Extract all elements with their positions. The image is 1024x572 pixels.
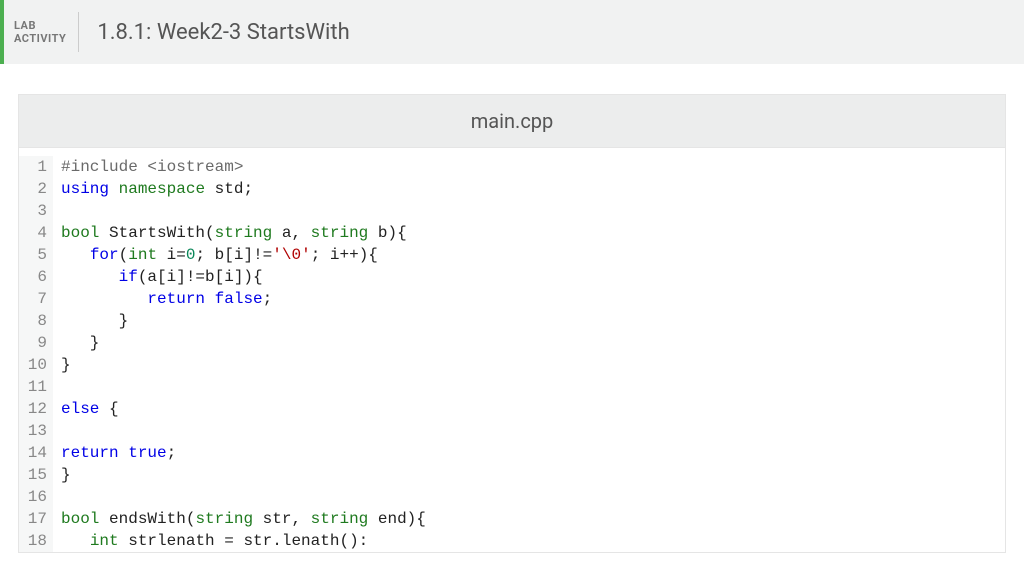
line-number: 9 bbox=[19, 332, 53, 354]
line-number: 16 bbox=[19, 486, 53, 508]
line-content[interactable] bbox=[53, 486, 61, 508]
activity-header: LAB ACTIVITY 1.8.1: Week2-3 StartsWith bbox=[0, 0, 1024, 64]
line-number: 2 bbox=[19, 178, 53, 200]
lab-label-line1: LAB bbox=[14, 19, 66, 32]
code-line[interactable]: 12else { bbox=[19, 398, 1005, 420]
line-number: 1 bbox=[19, 156, 53, 178]
line-content[interactable]: } bbox=[53, 464, 71, 486]
line-number: 15 bbox=[19, 464, 53, 486]
line-content[interactable]: return false; bbox=[53, 288, 272, 310]
code-editor: main.cpp 1#include <iostream>2using name… bbox=[18, 94, 1006, 553]
line-content[interactable]: bool endsWith(string str, string end){ bbox=[53, 508, 426, 530]
code-line[interactable]: 4bool StartsWith(string a, string b){ bbox=[19, 222, 1005, 244]
line-number: 8 bbox=[19, 310, 53, 332]
code-line[interactable]: 1#include <iostream> bbox=[19, 156, 1005, 178]
code-line[interactable]: 11 bbox=[19, 376, 1005, 398]
line-content[interactable]: if(a[i]!=b[i]){ bbox=[53, 266, 263, 288]
code-line[interactable]: 14return true; bbox=[19, 442, 1005, 464]
line-number: 11 bbox=[19, 376, 53, 398]
line-number: 10 bbox=[19, 354, 53, 376]
line-number: 12 bbox=[19, 398, 53, 420]
code-line[interactable]: 7 return false; bbox=[19, 288, 1005, 310]
line-number: 17 bbox=[19, 508, 53, 530]
line-content[interactable]: for(int i=0; b[i]!='\0'; i++){ bbox=[53, 244, 378, 266]
line-content[interactable]: } bbox=[53, 310, 128, 332]
line-number: 18 bbox=[19, 530, 53, 552]
code-line[interactable]: 9 } bbox=[19, 332, 1005, 354]
line-content[interactable]: int strlenath = str.lenath(): bbox=[53, 530, 368, 552]
activity-title: 1.8.1: Week2-3 StartsWith bbox=[79, 0, 349, 64]
line-content[interactable] bbox=[53, 200, 61, 222]
line-content[interactable]: return true; bbox=[53, 442, 176, 464]
code-line[interactable]: 3 bbox=[19, 200, 1005, 222]
filename-tab[interactable]: main.cpp bbox=[19, 95, 1005, 148]
code-line[interactable]: 17bool endsWith(string str, string end){ bbox=[19, 508, 1005, 530]
line-content[interactable]: } bbox=[53, 332, 99, 354]
line-number: 14 bbox=[19, 442, 53, 464]
line-content[interactable] bbox=[53, 420, 61, 442]
code-line[interactable]: 2using namespace std; bbox=[19, 178, 1005, 200]
line-number: 13 bbox=[19, 420, 53, 442]
code-line[interactable]: 13 bbox=[19, 420, 1005, 442]
lab-label-line2: ACTIVITY bbox=[14, 32, 66, 45]
code-line[interactable]: 10} bbox=[19, 354, 1005, 376]
code-line[interactable]: 5 for(int i=0; b[i]!='\0'; i++){ bbox=[19, 244, 1005, 266]
code-body[interactable]: 1#include <iostream>2using namespace std… bbox=[19, 148, 1005, 552]
code-line[interactable]: 16 bbox=[19, 486, 1005, 508]
code-line[interactable]: 6 if(a[i]!=b[i]){ bbox=[19, 266, 1005, 288]
lab-activity-label: LAB ACTIVITY bbox=[4, 0, 78, 64]
line-content[interactable] bbox=[53, 376, 61, 398]
line-content[interactable]: #include <iostream> bbox=[53, 156, 243, 178]
line-number: 4 bbox=[19, 222, 53, 244]
line-number: 6 bbox=[19, 266, 53, 288]
line-content[interactable]: bool StartsWith(string a, string b){ bbox=[53, 222, 407, 244]
line-number: 3 bbox=[19, 200, 53, 222]
line-content[interactable]: else { bbox=[53, 398, 119, 420]
line-number: 7 bbox=[19, 288, 53, 310]
code-line[interactable]: 18 int strlenath = str.lenath(): bbox=[19, 530, 1005, 552]
line-number: 5 bbox=[19, 244, 53, 266]
code-line[interactable]: 8 } bbox=[19, 310, 1005, 332]
line-content[interactable]: using namespace std; bbox=[53, 178, 253, 200]
line-content[interactable]: } bbox=[53, 354, 71, 376]
code-line[interactable]: 15} bbox=[19, 464, 1005, 486]
